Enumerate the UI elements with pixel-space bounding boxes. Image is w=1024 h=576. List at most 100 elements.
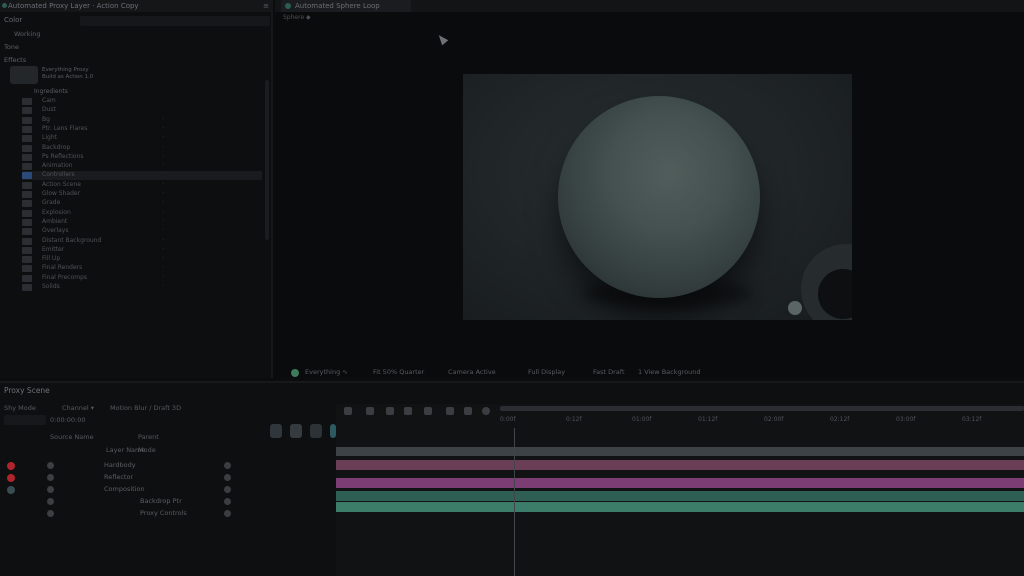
project-item[interactable]: Emitter · [22,246,262,255]
visibility-icon[interactable] [47,498,54,505]
project-scrollbar[interactable] [265,80,269,240]
project-item-label: Solids [42,283,60,290]
visibility-icon[interactable] [47,474,54,481]
graph-icon[interactable] [464,407,472,415]
timeline-tab-title[interactable]: Proxy Scene [4,386,50,395]
parent-pickwhip-icon[interactable] [224,510,231,517]
project-item[interactable]: Fill Up · [22,255,262,264]
visibility-icon[interactable] [47,486,54,493]
magnification-dropdown[interactable]: Everything ∿ [305,368,348,376]
project-item-label: Glow Shader [42,190,81,197]
folder-label[interactable]: Ingredients [34,88,68,95]
resolution-dropdown[interactable]: Fit 50% Quarter [373,368,424,376]
tab-composition[interactable]: Automated Sphere Loop [281,0,411,12]
footage-icon [22,144,32,152]
layer-row[interactable]: Backdrop Ptr [0,496,336,507]
timeline-track-area[interactable] [336,404,1024,576]
draft-dropdown[interactable]: Fast Draft [593,368,625,376]
project-item[interactable]: Distant Background · [22,237,262,246]
project-item[interactable]: Controllers · [22,171,262,181]
project-item[interactable]: Light · [22,134,262,143]
label-color-icon[interactable] [7,486,15,494]
project-tab-title: Automated Proxy Layer · Action Copy [8,2,139,10]
project-row-label[interactable]: Color [4,16,22,24]
project-item[interactable]: Ptr. Lens Flares · [22,125,262,134]
parent-pickwhip-icon[interactable] [224,462,231,469]
project-search-input[interactable] [80,16,270,26]
camera-icon[interactable] [424,407,432,415]
project-item-label: Controllers [42,171,75,179]
project-item-column: · [162,115,164,123]
layer-row[interactable]: Composition [0,484,336,495]
project-item[interactable]: Solids · [22,283,262,292]
panel-menu-icon[interactable]: ≡ [263,2,269,10]
project-item[interactable]: Glow Shader · [22,190,262,199]
frame-blend-icon[interactable] [290,424,302,438]
project-item-label: Bg [42,115,50,123]
time-ruler[interactable]: 0:00f 0:12f 01:00f 01:12f 02:00f 02:12f 03:00f… [500,406,1024,426]
layer-duration-bar[interactable] [336,460,1024,470]
project-item[interactable]: Action Scene · [22,181,262,190]
link-icon[interactable] [446,407,454,415]
channel-dropdown[interactable]: Channel ▾ [62,404,94,412]
mask-icon[interactable] [386,407,394,415]
puppet-icon[interactable] [366,407,374,415]
project-item[interactable]: Final Renders · [22,264,262,273]
layer-duration-bar[interactable] [336,502,1024,512]
background-dropdown[interactable]: 1 View Background [638,368,700,376]
project-item[interactable]: Ps Reflections · [22,153,262,162]
layer-duration-bar[interactable] [336,478,1024,488]
label-color-icon[interactable] [7,462,15,470]
layer-duration-bar[interactable] [336,491,1024,501]
timeline-search-input[interactable] [4,415,46,425]
project-row-label[interactable]: Effects [4,56,26,64]
project-row-label[interactable]: Working [14,30,41,38]
project-item[interactable]: Cam [22,97,262,106]
project-item[interactable]: Ambient · [22,218,262,227]
playhead[interactable] [514,428,515,576]
sphere-render [558,96,760,298]
project-item-label: Backdrop [42,143,71,151]
layer-row[interactable]: Proxy Controls [0,508,336,519]
visibility-icon[interactable] [47,462,54,469]
graph-editor-icon[interactable] [310,424,322,438]
record-icon[interactable] [482,407,490,415]
project-item[interactable]: Dust [22,106,262,115]
visibility-icon[interactable] [47,510,54,517]
motion-blur-toggle[interactable]: Motion Blur / Draft 3D [110,404,181,412]
parent-pickwhip-icon[interactable] [224,498,231,505]
viewer-breadcrumb[interactable]: Sphere ◆ [283,14,311,21]
project-item[interactable]: Final Precomps · [22,274,262,283]
label-color-icon[interactable] [7,474,15,482]
project-item[interactable]: Explosion · [22,209,262,218]
thumbnail-caption: Everything Proxy Build as Action 1.0 [42,67,94,80]
project-item[interactable]: Grade · [22,199,262,208]
project-row-label[interactable]: Tone [4,43,19,51]
parent-pickwhip-icon[interactable] [224,474,231,481]
composition-canvas[interactable] [463,74,852,320]
project-tab[interactable]: Automated Proxy Layer · Action Copy ≡ [0,0,273,12]
draft-3d-icon[interactable] [270,424,282,438]
camera-dropdown[interactable]: Camera Active [448,368,496,376]
work-area-bar[interactable] [500,406,1024,411]
project-item[interactable]: Overlays · [22,227,262,236]
grid-icon[interactable] [404,407,412,415]
preview-toggle-icon[interactable] [291,369,299,377]
project-item[interactable]: Animation · [22,162,262,171]
label-color-icon[interactable] [7,510,15,518]
project-item[interactable]: Backdrop · [22,144,262,153]
previous-keyframe-icon[interactable] [344,407,352,415]
timeline-switches [270,424,336,440]
layer-row[interactable]: Reflector [0,472,336,483]
parent-pickwhip-icon[interactable] [224,486,231,493]
label-color-icon[interactable] [7,498,15,506]
timecode-display[interactable]: 0:00:00:00 [50,416,86,424]
footage-icon [22,98,32,105]
project-item[interactable]: Bg · [22,116,262,125]
layer-duration-bar[interactable] [336,447,1024,456]
footage-thumbnail[interactable] [10,66,38,84]
view-dropdown[interactable]: Full Display [528,368,565,376]
shy-toggle[interactable]: Shy Mode [4,404,36,412]
project-item-label: Final Precomps [42,273,88,281]
layer-row[interactable]: Hardbody [0,460,336,471]
